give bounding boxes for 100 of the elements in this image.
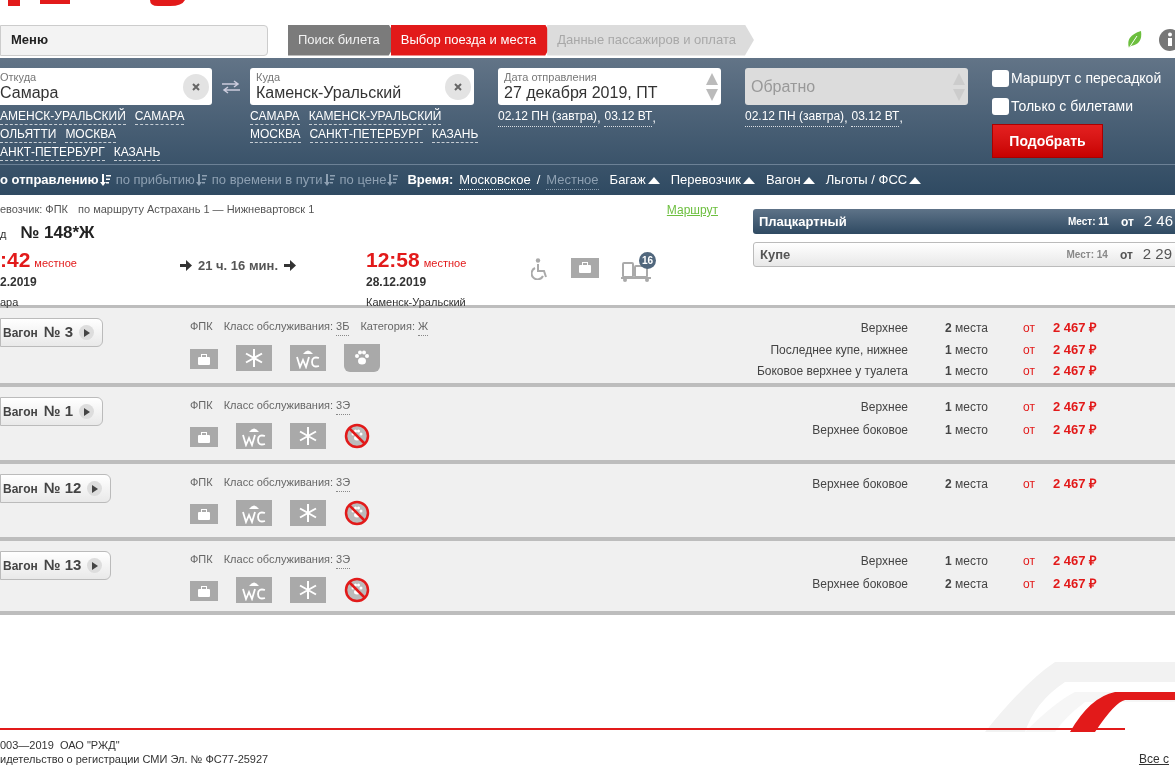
train-label: д [0, 227, 7, 242]
field-value: Каменск-Уральский [256, 85, 403, 101]
seat-type: Верхнее боковое [811, 422, 908, 439]
city-link[interactable]: КАЗАНЬ [113, 145, 161, 161]
date-link[interactable]: 02.12 ПН (завтра) [745, 109, 845, 127]
field-placeholder: Обратно [751, 76, 817, 97]
price-prefix: от [1023, 423, 1035, 437]
seat-price: 2 467 ₽ [1053, 362, 1098, 381]
separator-text: , [844, 110, 848, 127]
swap-icon[interactable] [222, 80, 240, 94]
snowflake-icon [290, 576, 326, 603]
date-link[interactable]: 03.12 ВТ [604, 109, 653, 127]
city-link[interactable]: МОСКВА [65, 127, 116, 143]
filter-dropdown[interactable]: Багаж [609, 170, 660, 190]
filter-dropdown[interactable]: Перевозчик [670, 170, 755, 190]
seat-count: 1 место [945, 400, 988, 414]
city-link[interactable]: ОЛЬЯТТИ [0, 127, 57, 143]
arrival-time: 12:58 [366, 247, 420, 272]
city-link[interactable]: КАЗАНЬ [431, 127, 479, 143]
no-pets-icon [344, 422, 370, 449]
sort-icon [99, 174, 111, 186]
train-number: № 148*Ж [20, 222, 95, 244]
seat-type: Верхнее боковое [811, 576, 908, 593]
price-prefix: от [1023, 364, 1035, 379]
luggage-icon [190, 504, 218, 524]
car-button[interactable]: Вагон № 1 [0, 397, 103, 426]
seat-price: 2 467 ₽ [1053, 398, 1098, 416]
arrow-icon [180, 260, 192, 271]
date-link[interactable]: 02.12 ПН (завтра) [498, 109, 598, 127]
wheelchair-icon [531, 257, 549, 280]
caret-icon [802, 176, 815, 184]
search-button[interactable]: Подобрать [992, 124, 1103, 158]
separator-text: , [652, 110, 656, 127]
caret-icon [742, 176, 755, 184]
checkbox-label: Только с билетами [1011, 96, 1134, 116]
time-label: Время: [407, 171, 454, 190]
seat-type: Верхнее [859, 320, 908, 337]
seat-type: Верхнее [859, 553, 908, 570]
checkbox[interactable] [992, 97, 1009, 115]
car-button[interactable]: Вагон № 3 [0, 318, 103, 347]
seat-count: 1 место [945, 423, 988, 437]
snowflake-icon [236, 344, 272, 371]
no-pets-icon [344, 499, 370, 526]
filter-dropdown[interactable]: Вагон [765, 170, 815, 190]
arrow-icon [284, 260, 296, 271]
date-field[interactable]: Дата отправления 27 декабря 2019, ПТ [498, 68, 721, 105]
field-value: Самара [0, 85, 60, 101]
seat-count: 1 место [945, 364, 988, 379]
from-field[interactable]: Откуда Самара [0, 68, 212, 105]
service-class-label: Класс обслуживания: [223, 552, 334, 567]
city-link[interactable]: САМАРА [134, 109, 185, 125]
footer-link[interactable]: Все с [1139, 752, 1169, 766]
city-link[interactable]: АМЕНСК-УРАЛЬСКИЙ [0, 109, 126, 125]
slash-text: / [536, 170, 541, 189]
price-prefix: от [1023, 342, 1035, 357]
snowflake-icon [290, 422, 326, 449]
service-class-value: 3Э [336, 551, 351, 569]
city-link[interactable]: АНКТ-ПЕТЕРБУРГ [0, 145, 105, 161]
city-link[interactable]: МОСКВА [250, 127, 301, 143]
carrier-text: евозчик: ФПК [0, 202, 68, 217]
separator-text: , [597, 110, 601, 127]
service-class-value: 3Э [336, 474, 351, 492]
to-field[interactable]: Куда Каменск-Уральский [250, 68, 474, 105]
clear-button[interactable] [183, 73, 209, 100]
time-option[interactable]: Московское [459, 169, 531, 191]
footer-text: 003—2019 ОАО "РЖД" [0, 738, 120, 752]
date-link[interactable]: 03.12 ВТ [851, 109, 900, 127]
clear-button[interactable] [445, 73, 471, 100]
class-tab[interactable]: Купе Мест: 14 от 2 29 [753, 242, 1175, 267]
footer-text: идетельство о регистрации СМИ Эл. № ФС77-25927 [0, 752, 269, 766]
seat-count: 2 места [945, 577, 988, 591]
departure-time: :42 [0, 247, 31, 272]
carrier-text: ФПК [190, 475, 213, 490]
travel-duration: 21 ч. 16 мин. [198, 256, 278, 275]
checkbox[interactable] [992, 69, 1009, 87]
snowflake-icon [290, 499, 326, 526]
field-label: Куда [256, 72, 282, 83]
class-tab[interactable]: Плацкартный Мест: 11 от 2 46 [753, 209, 1175, 234]
price-prefix: от [1023, 477, 1035, 491]
city-link[interactable]: САМАРА [250, 109, 300, 125]
filter-dropdown[interactable]: Льготы / ФСС [825, 170, 922, 190]
sort-link[interactable]: о отправлению [0, 170, 111, 190]
luggage-icon [190, 427, 218, 447]
seat-type: Боковое верхнее у туалета [755, 363, 908, 381]
city-link[interactable]: САНКТ-ПЕТЕРБУРГ [309, 127, 423, 143]
city-link[interactable]: КАМЕНСК-УРАЛЬСКИЙ [308, 109, 442, 125]
wc-icon [236, 499, 272, 526]
play-icon [79, 404, 94, 419]
service-class-label: Класс обслуживания: [223, 475, 334, 490]
field-label: Дата отправления [504, 72, 598, 83]
menu-button[interactable]: Меню [0, 24, 268, 56]
seat-price: 2 467 ₽ [1053, 319, 1098, 337]
car-button[interactable]: Вагон № 12 [0, 474, 112, 503]
seat-count: 2 места [945, 477, 988, 491]
count-badge: 16 [639, 251, 656, 269]
car-button[interactable]: Вагон № 13 [0, 551, 112, 580]
service-class-value: 3Э [336, 397, 351, 415]
sort-icon [195, 174, 207, 186]
seat-count: 2 места [945, 321, 988, 335]
play-icon [79, 325, 94, 340]
